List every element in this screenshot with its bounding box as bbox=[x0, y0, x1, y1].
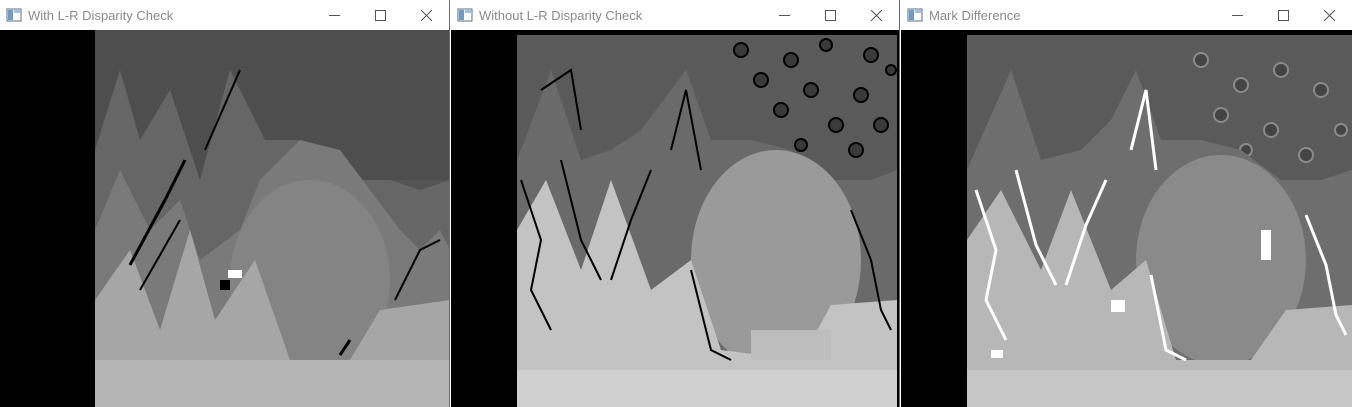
disparity-image-canvas bbox=[451, 30, 899, 407]
difference-image-canvas bbox=[901, 30, 1352, 407]
close-button[interactable] bbox=[403, 0, 449, 30]
minimize-button[interactable] bbox=[1214, 0, 1260, 30]
minimize-button[interactable] bbox=[761, 0, 807, 30]
window-title: With L-R Disparity Check bbox=[28, 7, 174, 23]
title-bar[interactable]: Without L-R Disparity Check bbox=[451, 0, 899, 30]
maximize-icon bbox=[1277, 9, 1289, 21]
disparity-map-image bbox=[517, 35, 897, 407]
close-icon bbox=[420, 9, 432, 21]
maximize-icon bbox=[824, 9, 836, 21]
close-button[interactable] bbox=[853, 0, 899, 30]
maximize-icon bbox=[374, 9, 386, 21]
title-bar[interactable]: Mark Difference bbox=[901, 0, 1352, 30]
close-icon bbox=[1323, 9, 1335, 21]
maximize-button[interactable] bbox=[807, 0, 853, 30]
minimize-icon bbox=[328, 14, 340, 16]
window-title: Mark Difference bbox=[929, 7, 1021, 23]
minimize-icon bbox=[778, 14, 790, 16]
disparity-image-canvas bbox=[0, 30, 449, 407]
minimize-icon bbox=[1231, 14, 1243, 16]
window-title: Without L-R Disparity Check bbox=[479, 7, 643, 23]
app-window-icon bbox=[6, 8, 22, 22]
title-bar[interactable]: With L-R Disparity Check bbox=[0, 0, 449, 30]
app-window-icon bbox=[907, 8, 923, 22]
window-mark-difference: Mark Difference bbox=[901, 0, 1352, 407]
maximize-button[interactable] bbox=[1260, 0, 1306, 30]
window-without-lr-check: Without L-R Disparity Check bbox=[451, 0, 900, 407]
window-with-lr-check: With L-R Disparity Check bbox=[0, 0, 450, 407]
minimize-button[interactable] bbox=[311, 0, 357, 30]
app-window-icon bbox=[457, 8, 473, 22]
maximize-button[interactable] bbox=[357, 0, 403, 30]
disparity-map-image bbox=[95, 30, 449, 407]
close-icon bbox=[870, 9, 882, 21]
close-button[interactable] bbox=[1306, 0, 1352, 30]
difference-map-image bbox=[967, 35, 1352, 407]
